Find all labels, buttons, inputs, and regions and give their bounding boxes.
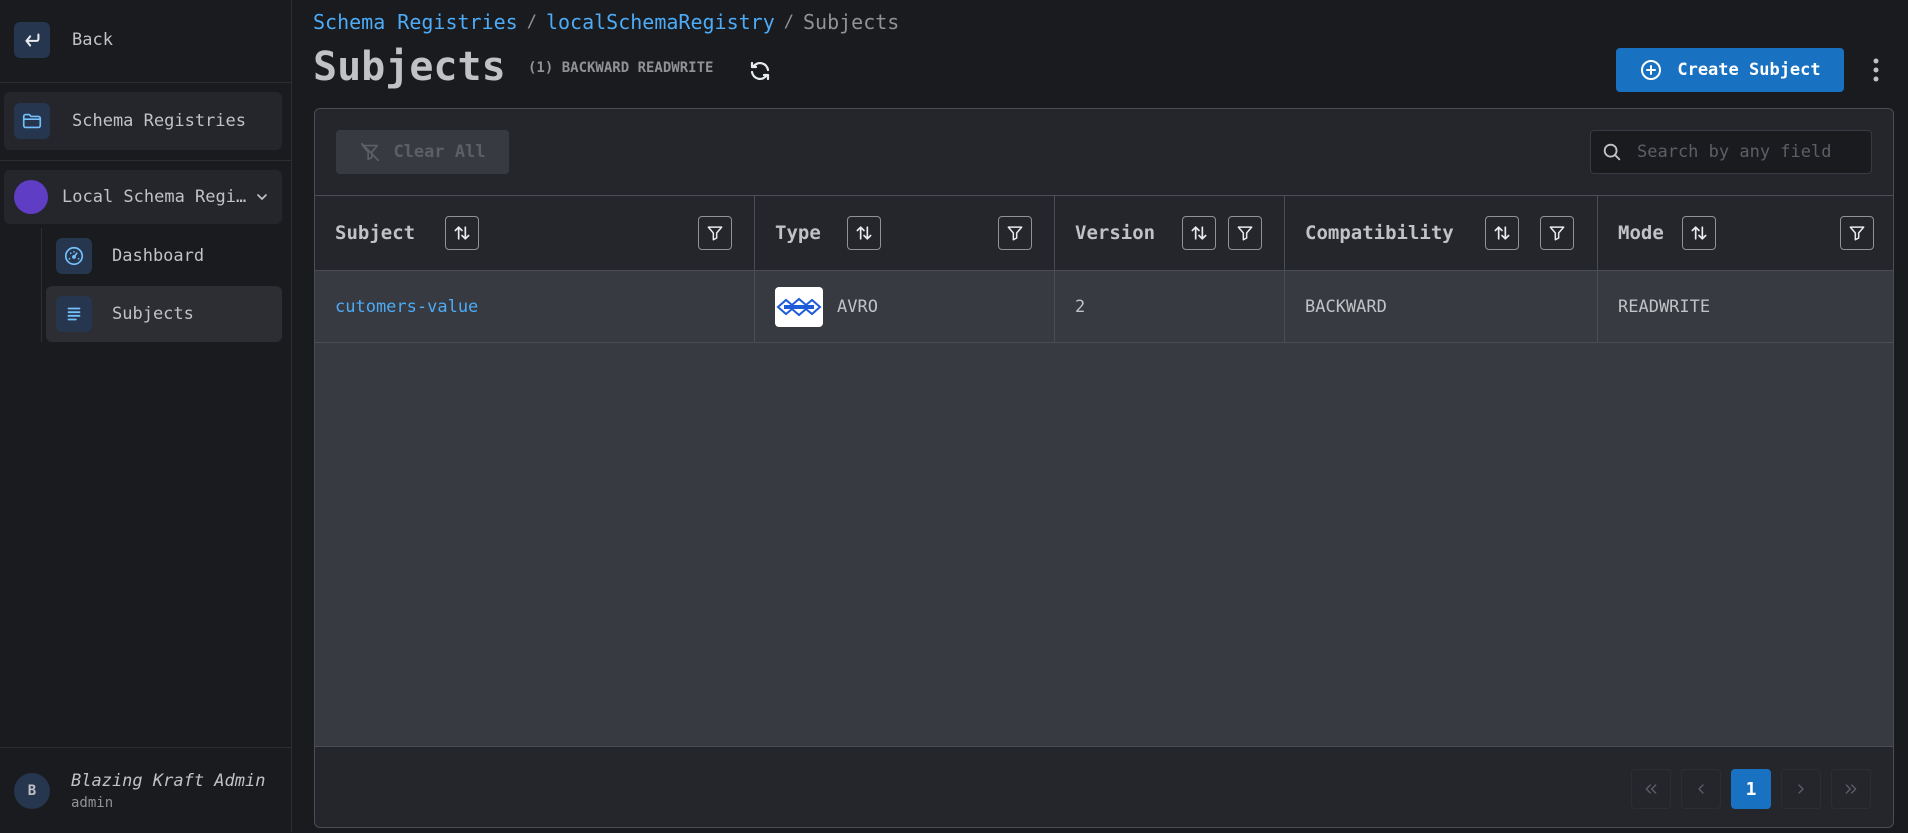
sort-icon: [856, 226, 872, 240]
search-box[interactable]: [1590, 130, 1872, 174]
column-header-mode: Mode: [1598, 196, 1893, 270]
breadcrumb: Schema Registries / localSchemaRegistry …: [313, 10, 899, 34]
back-label: Back: [72, 30, 113, 50]
sort-button[interactable]: [1182, 216, 1216, 250]
last-page-button[interactable]: [1831, 769, 1871, 809]
sort-button[interactable]: [445, 216, 479, 250]
avro-logo: [775, 286, 823, 327]
search-input[interactable]: [1635, 141, 1859, 163]
breadcrumb-separator: /: [783, 12, 794, 32]
sort-icon: [1691, 226, 1707, 240]
divider: [0, 82, 291, 83]
filter-icon: [1849, 226, 1865, 241]
sort-button[interactable]: [1682, 216, 1716, 250]
registry-avatar: [14, 180, 48, 214]
filter-button[interactable]: [1840, 216, 1874, 250]
table-toolbar: Clear All: [315, 109, 1893, 195]
sidebar-item-label: Subjects: [112, 304, 194, 324]
column-header-compatibility: Compatibility: [1285, 196, 1598, 270]
table-header: Subject Type Version Compatibility Mode: [315, 195, 1893, 271]
mode-text: READWRITE: [1618, 296, 1711, 317]
next-page-button[interactable]: [1781, 769, 1821, 809]
column-header-type: Type: [755, 196, 1055, 270]
filter-icon: [707, 226, 723, 241]
search-icon: [1603, 143, 1621, 161]
registry-selector[interactable]: Local Schema Regi…: [4, 170, 282, 224]
user-name: Blazing Kraft Admin: [71, 770, 266, 791]
user-profile[interactable]: B Blazing Kraft Admin admin: [0, 747, 291, 833]
folder-icon: [14, 103, 50, 139]
filter-icon: [1237, 226, 1253, 241]
chevrons-right-icon: [1845, 784, 1857, 794]
back-button[interactable]: Back: [4, 4, 282, 76]
page-title: Subjects: [313, 44, 506, 90]
create-subject-button[interactable]: Create Subject: [1616, 48, 1844, 92]
column-label: Type: [775, 222, 821, 244]
filter-button[interactable]: [1228, 216, 1262, 250]
prev-page-button[interactable]: [1681, 769, 1721, 809]
back-arrow-icon: [14, 22, 50, 58]
breadcrumb-schema-registries[interactable]: Schema Registries: [313, 10, 518, 34]
breadcrumb-local-registry[interactable]: localSchemaRegistry: [546, 10, 775, 34]
table-row[interactable]: cutomers-value AVRO 2 BACKWARD READWRITE: [315, 271, 1893, 343]
sort-icon: [1191, 226, 1207, 240]
sidebar-item-label: Dashboard: [112, 246, 205, 266]
filter-button[interactable]: [698, 216, 732, 250]
clear-all-label: Clear All: [393, 142, 486, 162]
subjects-table-card: Clear All Subject Type: [314, 108, 1894, 828]
first-page-button[interactable]: [1631, 769, 1671, 809]
cell-version: 2: [1055, 271, 1285, 342]
sidebar-item-subjects[interactable]: Subjects: [46, 286, 282, 342]
user-avatar: B: [14, 772, 50, 809]
column-header-subject: Subject: [315, 196, 755, 270]
list-icon: [56, 296, 92, 332]
table-footer: 1: [315, 746, 1893, 827]
column-label: Subject: [335, 222, 416, 244]
dashboard-gauge-icon: [56, 238, 92, 274]
filter-icon: [1007, 226, 1023, 241]
chevron-right-icon: [1798, 784, 1804, 794]
column-header-version: Version: [1055, 196, 1285, 270]
sidebar: Back Schema Registries Local Schema Regi…: [0, 0, 292, 832]
filter-off-icon: [361, 142, 380, 162]
clear-all-button[interactable]: Clear All: [336, 130, 509, 174]
filter-button[interactable]: [1540, 216, 1574, 250]
type-text: AVRO: [837, 296, 878, 317]
chevron-left-icon: [1698, 784, 1704, 794]
chevron-down-icon: [257, 194, 267, 200]
breadcrumb-separator: /: [526, 12, 537, 32]
sidebar-item-schema-registries[interactable]: Schema Registries: [4, 92, 282, 150]
sort-button[interactable]: [1485, 216, 1519, 250]
column-label: Mode: [1618, 222, 1664, 244]
sort-icon: [454, 226, 470, 240]
refresh-icon[interactable]: [748, 59, 772, 83]
kebab-menu-icon[interactable]: [1866, 56, 1886, 84]
page-button[interactable]: 1: [1731, 769, 1771, 809]
version-text: 2: [1075, 296, 1086, 317]
plus-circle-icon: [1641, 60, 1662, 80]
sidebar-item-label: Schema Registries: [72, 111, 246, 131]
chevrons-left-icon: [1645, 784, 1657, 794]
compatibility-text: BACKWARD: [1305, 296, 1387, 317]
subject-link[interactable]: cutomers-value: [335, 297, 478, 317]
sort-icon: [1494, 226, 1510, 240]
cell-type: AVRO: [755, 271, 1055, 342]
filter-icon: [1549, 226, 1565, 241]
cell-subject: cutomers-value: [315, 271, 755, 342]
breadcrumb-current: Subjects: [802, 10, 900, 34]
sidebar-item-dashboard[interactable]: Dashboard: [46, 228, 282, 284]
subject-meta: (1) BACKWARD READWRITE: [528, 60, 714, 76]
cell-compatibility: BACKWARD: [1285, 271, 1598, 342]
registry-label: Local Schema Regi…: [62, 187, 247, 207]
user-role: admin: [71, 794, 114, 811]
column-label: Version: [1075, 222, 1156, 244]
create-subject-label: Create Subject: [1677, 60, 1821, 80]
tree-line: [41, 228, 42, 342]
column-label: Compatibility: [1305, 222, 1454, 244]
filter-button[interactable]: [998, 216, 1032, 250]
divider: [0, 160, 291, 161]
sort-button[interactable]: [847, 216, 881, 250]
cell-mode: READWRITE: [1598, 271, 1893, 342]
